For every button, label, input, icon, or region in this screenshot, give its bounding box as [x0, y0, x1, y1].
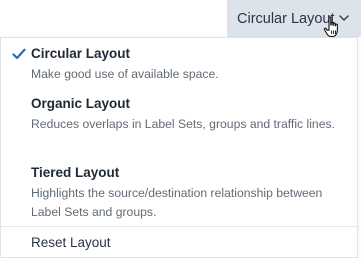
app-root: Circular Layout Circular Layout Make goo… — [0, 0, 361, 258]
menu-item-tiered-layout[interactable]: Tiered Layout Highlights the source/dest… — [1, 164, 357, 222]
menu-item-title: Circular Layout — [31, 46, 131, 61]
menu-divider — [1, 226, 357, 227]
menu-item-title: Tiered Layout — [31, 165, 120, 180]
menu-item-description: Highlights the source/destination relati… — [31, 186, 323, 219]
hand-pointer-cursor-icon — [323, 16, 338, 38]
layout-dropdown-menu: Circular Layout Make good use of availab… — [0, 37, 358, 258]
checkmark-icon — [12, 48, 26, 60]
layout-dropdown-button[interactable]: Circular Layout — [227, 0, 361, 38]
reset-layout-menu-item[interactable]: Reset Layout — [31, 234, 111, 252]
layout-dropdown-label: Circular Layout — [237, 10, 335, 27]
menu-item-circular-layout[interactable]: Circular Layout Make good use of availab… — [1, 45, 357, 84]
menu-item-title: Organic Layout — [31, 96, 131, 111]
menu-item-description: Reduces overlaps in Label Sets, groups a… — [31, 117, 335, 131]
menu-item-organic-layout[interactable]: Organic Layout Reduces overlaps in Label… — [1, 95, 357, 134]
menu-item-description: Make good use of available space. — [31, 67, 219, 81]
